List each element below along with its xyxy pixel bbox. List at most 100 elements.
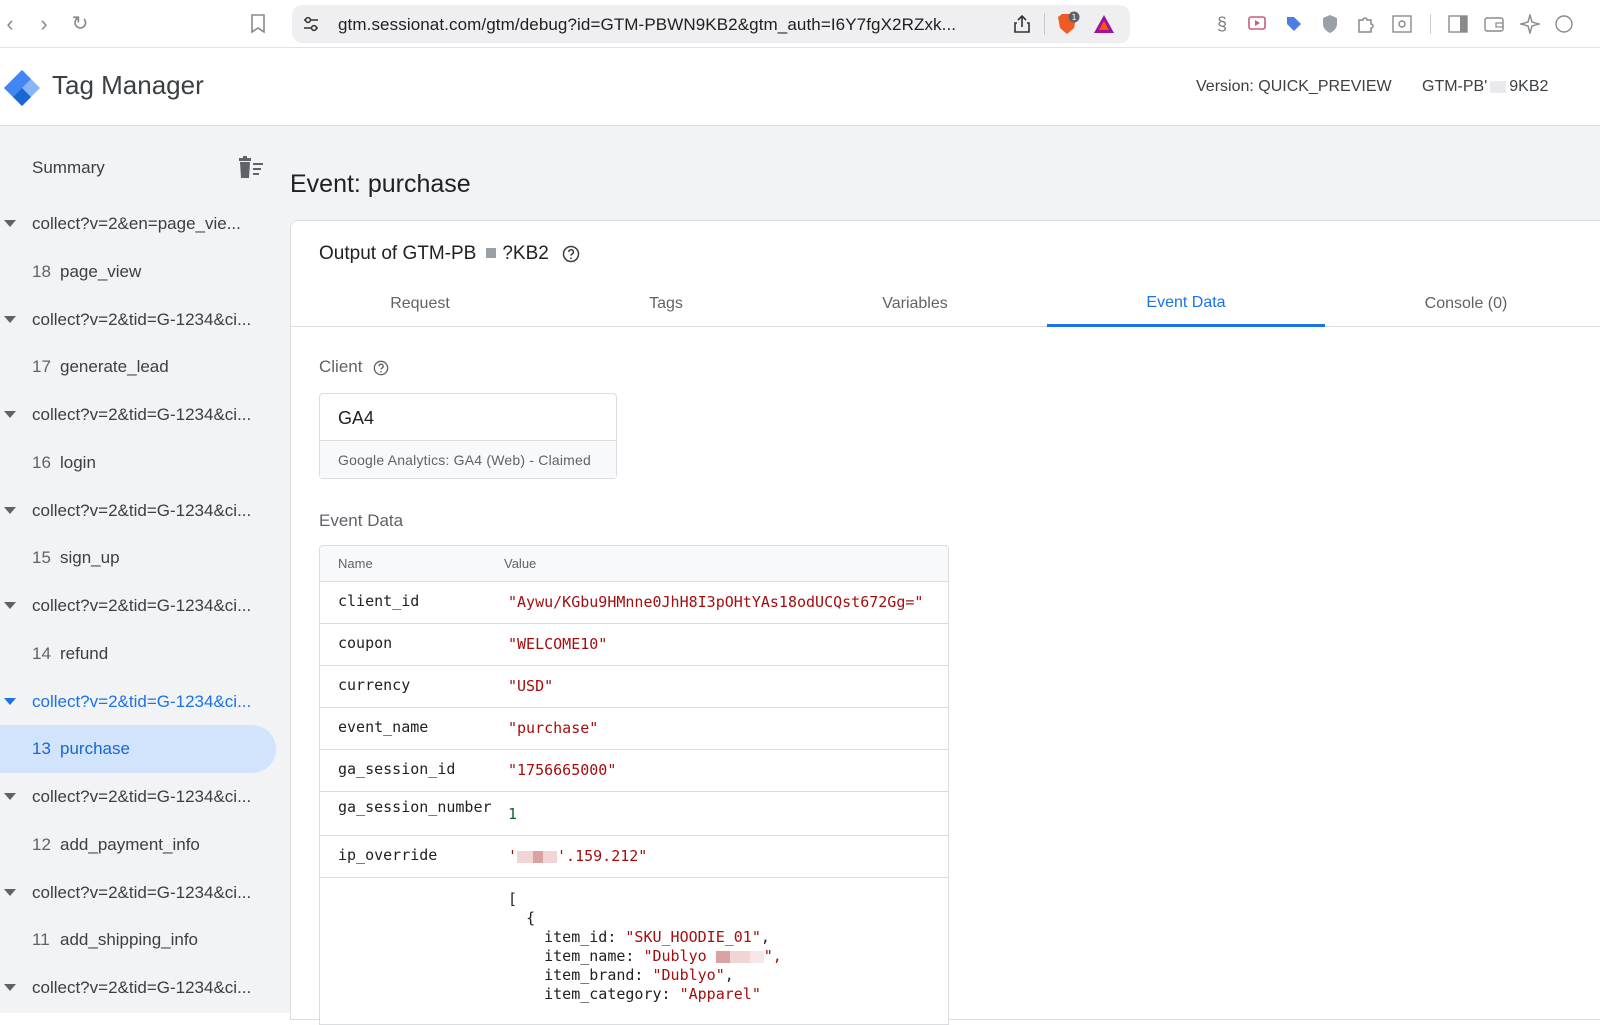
- url-text[interactable]: gtm.sessionat.com/gtm/debug?id=GTM-PBWN9…: [338, 15, 956, 35]
- sidebar-group-request[interactable]: collect?v=2&tid=G-1234&ci...: [0, 964, 276, 1012]
- redacted-block: [543, 850, 558, 863]
- reader-mode-icon[interactable]: [1390, 12, 1414, 36]
- extension-link-icon[interactable]: §: [1210, 12, 1234, 36]
- sidebar-item-generate_lead[interactable]: 17 generate_lead: [0, 343, 276, 391]
- expand-caret-icon[interactable]: [4, 220, 16, 227]
- expand-caret-icon[interactable]: [4, 888, 16, 896]
- event-number: 15: [32, 548, 51, 568]
- clear-messages-icon[interactable]: [238, 156, 264, 180]
- back-icon[interactable]: ‹: [0, 10, 24, 38]
- event-number: 13: [32, 739, 51, 759]
- share-icon[interactable]: [1012, 14, 1032, 34]
- gtm-header: Tag Manager Version: QUICK_PREVIEW GTM-P…: [0, 48, 1600, 126]
- ip-value-suffix: '.159.212": [557, 847, 648, 865]
- item-name-key: item_name:: [544, 947, 644, 965]
- leo-ai-icon[interactable]: [1518, 12, 1542, 36]
- bookmark-icon[interactable]: [244, 10, 272, 38]
- sidebar-group-request[interactable]: collect?v=2&tid=G-1234&ci...: [0, 869, 276, 917]
- event-number: 11: [32, 930, 50, 950]
- redacted-block: [715, 950, 730, 963]
- event-number: 16: [32, 452, 51, 472]
- expand-caret-icon[interactable]: [4, 602, 16, 609]
- forward-icon[interactable]: ›: [30, 10, 58, 38]
- event-sidebar: Summary collect?v=2&en=page_vie... 18 page…: [0, 126, 289, 1013]
- sidebar-group-request[interactable]: collect?v=2&tid=G-1234&ci...: [0, 487, 276, 535]
- client-name: GA4: [338, 408, 375, 428]
- row-name: client_id: [338, 592, 420, 610]
- output-card: Output of GTM-PB ?KB2 Request Tags Variab…: [290, 220, 1600, 1025]
- item-category-value: "Apparel": [679, 985, 761, 1003]
- table-row: ga_session_number 1: [320, 792, 948, 836]
- vpn-icon[interactable]: [1552, 12, 1576, 36]
- expand-caret-icon[interactable]: [4, 984, 16, 991]
- sidebar-group-label: collect?v=2&tid=G-1234&ci...: [32, 309, 252, 329]
- item-name-prefix: "Dublyo: [643, 947, 707, 965]
- row-value: 1: [508, 805, 518, 823]
- extension-tag-icon[interactable]: [1282, 12, 1306, 36]
- extension-shield-icon[interactable]: [1318, 12, 1342, 36]
- redacted-block: [729, 950, 750, 963]
- tag-manager-logo-icon: [4, 70, 40, 106]
- sidebar-group-label: collect?v=2&tid=G-1234&ci...: [32, 882, 252, 902]
- shield-count-badge: 1: [1071, 13, 1076, 22]
- url-divider: [1044, 13, 1045, 35]
- address-bar[interactable]: gtm.sessionat.com/gtm/debug?id=GTM-PBWN9…: [292, 5, 1130, 43]
- client-card[interactable]: GA4 Google Analytics: GA4 (Web) - Claime…: [319, 393, 617, 479]
- event-number: 18: [32, 261, 51, 281]
- tab-event-data[interactable]: Event Data: [1047, 281, 1325, 327]
- table-header: Name Value: [320, 546, 948, 582]
- wallet-icon[interactable]: [1482, 12, 1506, 36]
- client-label: Client: [319, 357, 363, 376]
- tab-console[interactable]: Console (0): [1381, 281, 1551, 327]
- item-id-value: "SKU_HOODIE_01": [625, 928, 761, 946]
- sidebar-item-login[interactable]: 16 login: [0, 439, 276, 487]
- brave-shields-icon[interactable]: 1: [1054, 11, 1080, 37]
- row-name: event_name: [338, 718, 429, 736]
- sidebar-item-add_shipping_info[interactable]: 11 add_shipping_info: [0, 916, 276, 964]
- sidebar-group-request[interactable]: collect?v=2&tid=G-1234&ci...: [0, 296, 276, 344]
- event-label: add_payment_info: [60, 834, 200, 854]
- sidebar-group-request[interactable]: collect?v=2&tid=G-1234&ci...: [0, 582, 276, 630]
- row-value: "purchase": [508, 719, 599, 737]
- sidebar-item-refund[interactable]: 14 refund: [0, 630, 276, 678]
- help-icon[interactable]: [562, 245, 580, 263]
- sidebar-group-request[interactable]: collect?v=2&tid=G-1234&ci...: [0, 773, 276, 821]
- app-title: Tag Manager: [52, 70, 204, 100]
- row-value: "WELCOME10": [508, 635, 608, 653]
- tab-tags[interactable]: Tags: [577, 281, 755, 327]
- extensions-puzzle-icon[interactable]: [1354, 12, 1378, 36]
- container-id-prefix: GTM-PB': [1422, 78, 1488, 95]
- column-header-value: Value: [504, 556, 537, 571]
- sidebar-toggle-icon[interactable]: [1446, 12, 1470, 36]
- sidebar-item-add_payment_info[interactable]: 12 add_payment_info: [0, 821, 276, 869]
- row-name: currency: [338, 676, 411, 694]
- site-settings-icon[interactable]: [302, 15, 320, 33]
- sidebar-item-sign_up[interactable]: 15 sign_up: [0, 534, 276, 582]
- tab-request[interactable]: Request: [331, 281, 509, 327]
- extension-video-icon[interactable]: [1246, 12, 1270, 36]
- expand-caret-icon[interactable]: [4, 411, 16, 418]
- expand-caret-icon[interactable]: [4, 506, 16, 514]
- item-brand-value: "Dublyo": [652, 966, 725, 984]
- client-help-icon[interactable]: [373, 360, 389, 376]
- expand-caret-icon[interactable]: [4, 315, 16, 323]
- sidebar-item-purchase[interactable]: 13 purchase: [0, 725, 276, 774]
- item-category-key: item_category:: [544, 985, 680, 1003]
- expand-caret-icon[interactable]: [4, 697, 16, 705]
- event-label: refund: [60, 643, 109, 663]
- event-number: 14: [32, 643, 51, 663]
- table-row: coupon "WELCOME10": [320, 624, 948, 666]
- reload-icon[interactable]: ↻: [66, 10, 94, 38]
- sidebar-group-request[interactable]: collect?v=2&tid=G-1234&ci...: [0, 391, 276, 439]
- toolbar-divider: [1430, 14, 1431, 34]
- sidebar-group-request[interactable]: collect?v=2&en=page_vie...: [0, 200, 276, 248]
- sidebar-item-page_view[interactable]: 18 page_view: [0, 248, 276, 296]
- tab-variables[interactable]: Variables: [826, 281, 1004, 327]
- main-panel: Event: purchase Output of GTM-PB ?KB2 Req…: [289, 126, 1600, 1025]
- redacted-block: [749, 950, 764, 963]
- expand-caret-icon[interactable]: [4, 793, 16, 800]
- summary-link[interactable]: Summary: [32, 158, 105, 178]
- client-description: Google Analytics: GA4 (Web) - Claimed: [320, 440, 616, 478]
- sidebar-group-request[interactable]: collect?v=2&tid=G-1234&ci...: [0, 678, 276, 726]
- brave-rewards-icon[interactable]: [1092, 13, 1116, 35]
